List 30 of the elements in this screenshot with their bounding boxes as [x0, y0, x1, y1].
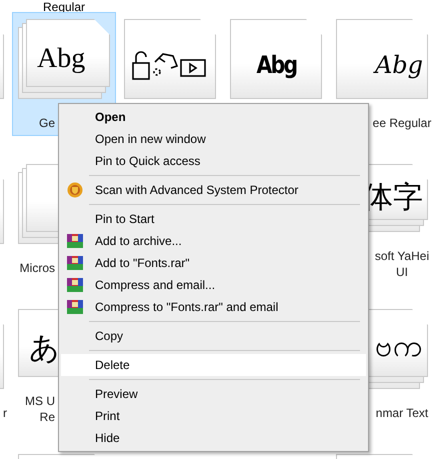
font-file-icon[interactable]	[124, 19, 216, 99]
archive-icon	[67, 255, 83, 271]
font-label: Micros	[20, 260, 55, 276]
archive-icon	[67, 299, 83, 315]
symbol-glyphs-icon	[131, 48, 209, 82]
font-sample: あ	[29, 330, 60, 368]
menu-item[interactable]: Print	[61, 405, 366, 427]
font-label: nmar Text	[376, 405, 428, 421]
font-file-icon[interactable]: Abg	[230, 19, 322, 99]
font-sample: Abg	[37, 43, 86, 75]
font-file-icon[interactable]: Abg	[336, 19, 428, 99]
font-sample: ဗက	[375, 328, 423, 366]
menu-item[interactable]: Delete	[61, 354, 366, 376]
font-label: ee Regular	[372, 115, 432, 131]
font-sample: Abg	[256, 51, 296, 79]
archive-icon	[67, 277, 83, 293]
shield-icon	[67, 182, 83, 198]
font-label: Re	[40, 409, 55, 425]
font-label: MS U	[25, 393, 55, 409]
font-label: soft YaHei	[374, 248, 430, 264]
font-label: r	[3, 405, 7, 421]
font-label: UI	[396, 264, 408, 280]
menu-item[interactable]: Add to archive...	[61, 230, 366, 252]
archive-icon	[67, 233, 83, 249]
font-label: Ge	[38, 115, 55, 131]
menu-item[interactable]: Add to "Fonts.rar"	[61, 252, 366, 274]
font-sample: Abg	[374, 51, 423, 79]
menu-item[interactable]: Hide	[61, 427, 366, 449]
menu-item[interactable]: Compress and email...	[61, 274, 366, 296]
font-label: Regular	[42, 0, 86, 14]
